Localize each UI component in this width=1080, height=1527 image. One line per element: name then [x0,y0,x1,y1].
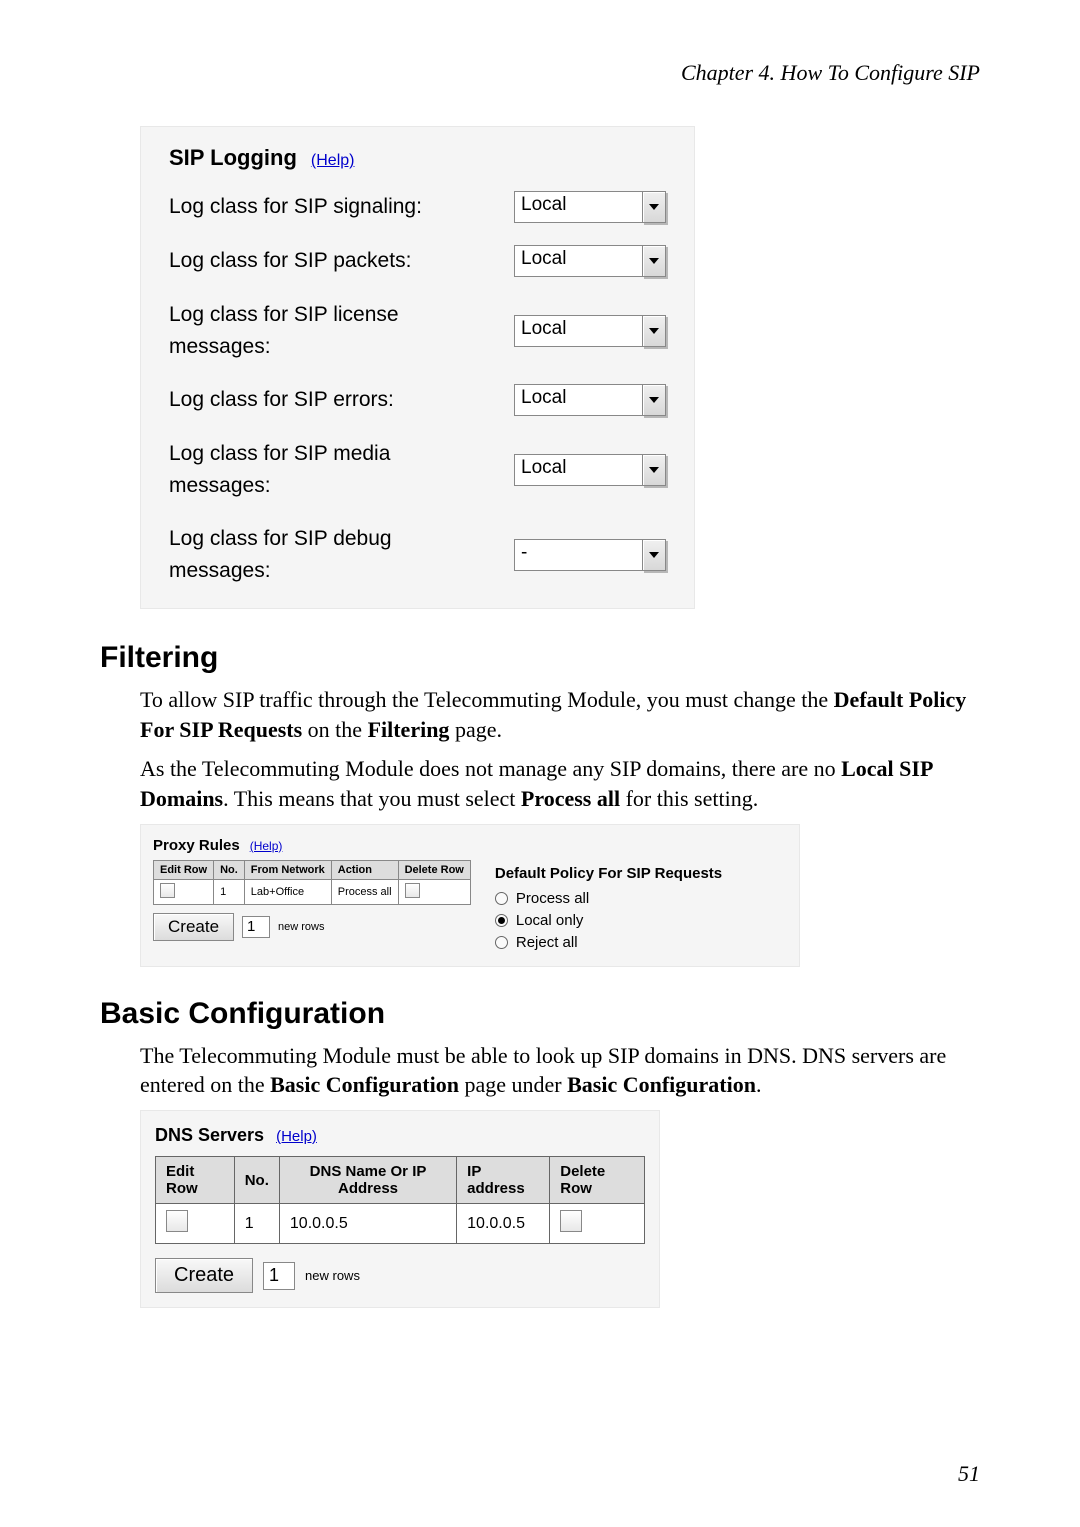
proxy-rules-table: Edit Row No. From Network Action Delete … [153,860,471,905]
label-sip-signaling: Log class for SIP signaling: [169,191,422,223]
dropdown-value: Local [514,315,642,347]
dropdown-sip-debug[interactable]: - [514,539,666,571]
chevron-down-icon[interactable] [642,539,666,571]
chevron-down-icon[interactable] [642,245,666,277]
help-link[interactable]: (Help) [276,1128,317,1145]
filtering-p1: To allow SIP traffic through the Telecom… [140,685,980,744]
proxy-rules-panel: Proxy Rules (Help) Edit Row No. From Net… [140,824,800,967]
col-dns-name: DNS Name Or IP Address [279,1157,456,1204]
dropdown-sip-signaling[interactable]: Local [514,191,666,223]
sip-logging-title: SIP Logging [169,145,297,171]
radio-icon [495,936,508,949]
row-no: 1 [214,879,245,904]
create-count-input[interactable] [263,1262,295,1290]
chevron-down-icon[interactable] [642,191,666,223]
checkbox[interactable] [560,1210,582,1232]
checkbox[interactable] [160,883,175,898]
filtering-p2: As the Telecommuting Module does not man… [140,754,980,813]
col-delete-row: Delete Row [550,1157,645,1204]
checkbox[interactable] [166,1210,188,1232]
radio-process-all[interactable]: Process all [495,890,787,907]
radio-reject-all[interactable]: Reject all [495,934,787,951]
radio-label: Process all [516,890,589,907]
edit-checkbox-cell [154,879,214,904]
dns-servers-title: DNS Servers [155,1125,264,1146]
col-delete-row: Delete Row [398,860,470,879]
delete-checkbox-cell [550,1204,645,1244]
label-sip-errors: Log class for SIP errors: [169,384,394,416]
create-button[interactable]: Create [153,913,234,941]
new-rows-label: new rows [305,1268,360,1283]
table-row: 1 10.0.0.5 10.0.0.5 [156,1204,645,1244]
dropdown-sip-media[interactable]: Local [514,454,666,486]
label-sip-media: Log class for SIP media messages: [169,438,449,501]
dropdown-value: - [514,539,642,571]
delete-checkbox-cell [398,879,470,904]
radio-label: Reject all [516,934,578,951]
row-no: 1 [234,1204,279,1244]
basic-config-p: The Telecommuting Module must be able to… [140,1041,980,1100]
dropdown-value: Local [514,454,642,486]
basic-config-heading: Basic Configuration [100,997,980,1031]
help-link[interactable]: (Help) [311,152,355,170]
default-policy-title: Default Policy For SIP Requests [495,865,787,882]
chevron-down-icon[interactable] [642,384,666,416]
row-dns-name: 10.0.0.5 [279,1204,456,1244]
dropdown-sip-license[interactable]: Local [514,315,666,347]
table-row: 1 Lab+Office Process all [154,879,471,904]
col-ip-address: IP address [457,1157,550,1204]
row-from: Lab+Office [244,879,331,904]
label-sip-packets: Log class for SIP packets: [169,245,411,277]
radio-label: Local only [516,912,584,929]
proxy-rules-title: Proxy Rules [153,837,240,854]
col-action: Action [331,860,398,879]
checkbox[interactable] [405,883,420,898]
chevron-down-icon[interactable] [642,454,666,486]
radio-icon [495,914,508,927]
dns-servers-table: Edit Row No. DNS Name Or IP Address IP a… [155,1156,645,1244]
create-count-input[interactable] [242,916,270,938]
chapter-header: Chapter 4. How To Configure SIP [100,60,980,86]
dropdown-value: Local [514,245,642,277]
dropdown-sip-errors[interactable]: Local [514,384,666,416]
dropdown-value: Local [514,191,642,223]
sip-logging-panel: SIP Logging (Help) Log class for SIP sig… [140,126,695,609]
help-link[interactable]: (Help) [250,839,283,853]
chevron-down-icon[interactable] [642,315,666,347]
edit-checkbox-cell [156,1204,235,1244]
col-no: No. [234,1157,279,1204]
radio-icon [495,892,508,905]
row-action: Process all [331,879,398,904]
dropdown-value: Local [514,384,642,416]
create-button[interactable]: Create [155,1258,253,1293]
dns-servers-panel: DNS Servers (Help) Edit Row No. DNS Name… [140,1110,660,1308]
filtering-heading: Filtering [100,641,980,675]
new-rows-label: new rows [278,921,324,933]
col-no: No. [214,860,245,879]
col-from-network: From Network [244,860,331,879]
page-number: 51 [958,1461,980,1487]
dropdown-sip-packets[interactable]: Local [514,245,666,277]
radio-local-only[interactable]: Local only [495,912,787,929]
label-sip-license: Log class for SIP license messages: [169,299,449,362]
row-ip: 10.0.0.5 [457,1204,550,1244]
label-sip-debug: Log class for SIP debug messages: [169,523,449,586]
col-edit-row: Edit Row [154,860,214,879]
col-edit-row: Edit Row [156,1157,235,1204]
